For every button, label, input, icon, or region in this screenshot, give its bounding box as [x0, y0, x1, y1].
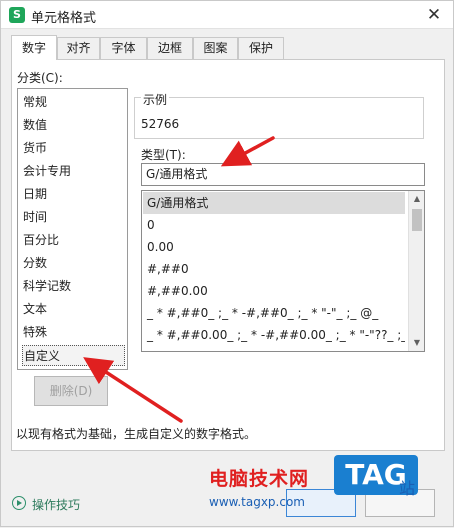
dialog-title: 单元格格式 — [31, 11, 97, 26]
category-item[interactable]: 科学记数 — [22, 276, 125, 297]
scroll-thumb[interactable] — [412, 209, 422, 231]
format-item[interactable]: #,##0.00 — [143, 280, 405, 302]
sample-value: 52766 — [141, 117, 180, 131]
scroll-up-arrow-icon[interactable]: ▲ — [409, 191, 424, 207]
watermark-text: 电脑技术网 — [209, 468, 310, 490]
format-list-scrollbar[interactable]: ▲ ▼ — [408, 191, 424, 351]
type-label: 类型(T): — [141, 148, 186, 162]
type-input[interactable]: G/通用格式 — [141, 163, 425, 186]
category-item[interactable]: 货币 — [22, 138, 125, 159]
close-icon: ✕ — [426, 5, 442, 25]
category-item[interactable]: 特殊 — [22, 322, 125, 343]
watermark-url: www.tagxp.com — [209, 495, 305, 509]
format-code-list[interactable]: G/通用格式 0 0.00 #,##0 #,##0.00 _ * #,##0_ … — [141, 190, 425, 352]
watermark-site: 站 — [399, 479, 416, 498]
title-bar: S 单元格格式 ✕ — [1, 1, 453, 29]
category-item[interactable]: 文本 — [22, 299, 125, 320]
format-item[interactable]: #,##0 — [143, 258, 405, 280]
format-item[interactable]: _ * #,##0_ ;_ * -#,##0_ ;_ * "-"_ ;_ @_ — [143, 302, 405, 324]
tab-border[interactable]: 边框 — [147, 37, 193, 59]
tab-number[interactable]: 数字 — [11, 35, 57, 60]
spreadsheet-app-icon: S — [9, 7, 25, 23]
category-item-selected[interactable]: 自定义 — [22, 345, 125, 366]
operation-tips-link[interactable]: 操作技巧 — [32, 496, 80, 513]
category-item[interactable]: 数值 — [22, 115, 125, 136]
tab-pattern[interactable]: 图案 — [193, 37, 238, 59]
format-item[interactable]: _ * #,##0.00_ ;_ * -#,##0.00_ ;_ * "-"??… — [143, 324, 405, 346]
delete-button[interactable]: 删除(D) — [34, 376, 108, 406]
category-item[interactable]: 百分比 — [22, 230, 125, 251]
tab-protection[interactable]: 保护 — [238, 37, 284, 59]
format-item[interactable]: 0.00 — [143, 236, 405, 258]
sample-label: 示例 — [141, 91, 170, 108]
close-button[interactable]: ✕ — [421, 3, 447, 27]
category-item[interactable]: 时间 — [22, 207, 125, 228]
tab-font[interactable]: 字体 — [100, 37, 147, 59]
play-circle-icon[interactable] — [12, 496, 26, 510]
tab-alignment[interactable]: 对齐 — [57, 37, 100, 59]
scroll-down-arrow-icon[interactable]: ▼ — [409, 335, 424, 351]
category-label: 分类(C): — [17, 71, 63, 85]
format-item-selected[interactable]: G/通用格式 — [143, 192, 405, 214]
format-cells-dialog: S 单元格格式 ✕ 数字 对齐 字体 边框 图案 保护 分类(C): 常规 数值… — [0, 0, 454, 527]
category-list[interactable]: 常规 数值 货币 会计专用 日期 时间 百分比 分数 科学记数 文本 特殊 自定… — [17, 88, 128, 370]
category-item[interactable]: 常规 — [22, 92, 125, 113]
format-description: 以现有格式为基础，生成自定义的数字格式。 — [16, 427, 257, 441]
format-item[interactable]: 0 — [143, 214, 405, 236]
category-item[interactable]: 会计专用 — [22, 161, 125, 182]
category-item[interactable]: 日期 — [22, 184, 125, 205]
category-item[interactable]: 分数 — [22, 253, 125, 274]
